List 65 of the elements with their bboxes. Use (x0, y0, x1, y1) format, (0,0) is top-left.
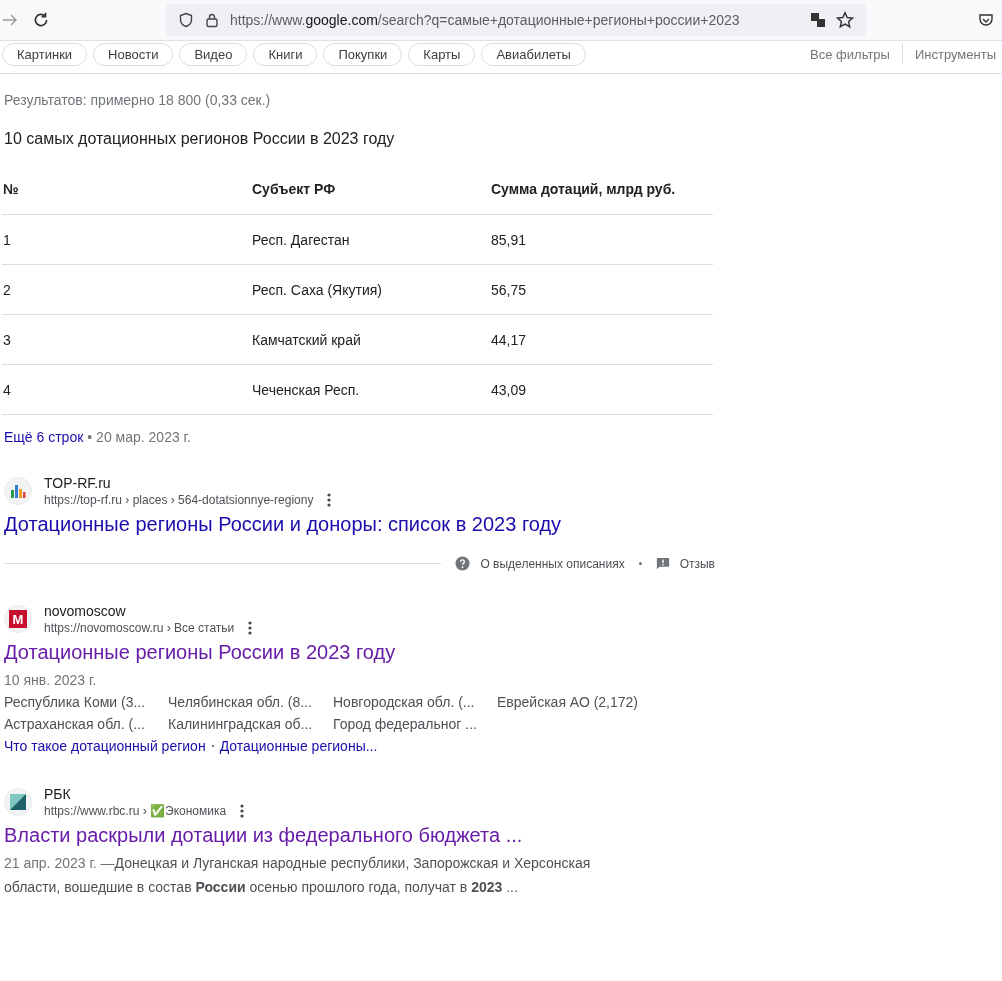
filter-chip[interactable]: Авиабилеты (481, 42, 586, 66)
list-item-text: Новгородская обл. (... (333, 694, 476, 710)
about-snippets-link[interactable]: О выделенных описаниях (480, 556, 625, 571)
sitelink[interactable]: Что такое дотационный регион (4, 738, 206, 754)
date-text: 10 янв. 2023 г. (4, 672, 98, 688)
table-cell: 2 (2, 264, 251, 315)
feedback-link[interactable]: Отзыв (679, 556, 715, 571)
address-bar[interactable]: https://www.google.com/search?q=самые+дотационные+регионы+россии+2023 (166, 4, 866, 36)
result-title-link[interactable]: Дотационные регионы России и доноры: список в 2023 году (4, 513, 562, 536)
table-cell: 3 (2, 314, 251, 365)
sitelink[interactable]: Дотационные регионы... (219, 738, 378, 754)
favicon-icon: M (4, 605, 32, 633)
more-options-icon[interactable] (248, 621, 253, 635)
site-name: TOP-RF.ru (44, 475, 112, 491)
table-cell: Респ. Саха (Якутия) (251, 264, 490, 315)
list-item-text: Еврейская АО (2,172) (497, 694, 640, 710)
snippet-heading: 10 самых дотационных регионов России в 2023 году (4, 130, 396, 148)
filter-chip[interactable]: Картинки (2, 42, 88, 66)
table-cell: Респ. Дагестан (251, 214, 490, 265)
favicon-icon (4, 477, 32, 505)
url-text: https://www.google.com/search?q=самые+дотационные+регионы+россии+2023 (230, 12, 741, 28)
table-cell: 44,17 (490, 314, 713, 365)
result-title-link[interactable]: Власти раскрыли дотации из федерального бюджета ... (4, 824, 523, 847)
more-rows-link[interactable]: Ещё 6 строк (4, 429, 84, 445)
column-header: № (2, 164, 251, 215)
table-cell: Чеченская Респ. (251, 364, 490, 415)
list-item-text: Астраханская обл. (... (4, 716, 146, 732)
column-header: Сумма дотаций, млрд руб. (490, 164, 713, 215)
url-breadcrumb: https://novomoscow.ru › Все статьи (44, 621, 235, 635)
pocket-icon[interactable] (978, 12, 994, 28)
result-snippet: 21 апр. 2023 г. —Донецкая и Луганская народные республики, Запорожская и Херсонская области, вошедшие в состав России осенью прошлого года, получат в 2023 ... (4, 854, 592, 897)
list-item-text: Республика Коми (3... (4, 694, 147, 710)
filter-chip[interactable]: Покупки (323, 42, 403, 66)
lock-icon[interactable] (204, 12, 220, 28)
list-item-text: Город федеральног ... (333, 716, 478, 732)
table-cell: 1 (2, 214, 251, 265)
feedback-icon[interactable] (655, 556, 670, 571)
result-title-link[interactable]: Дотационные регионы России в 2023 году (4, 641, 396, 664)
shield-icon[interactable] (178, 12, 194, 28)
site-name: РБК (44, 786, 72, 802)
table-cell: 85,91 (490, 214, 713, 265)
more-options-icon[interactable] (240, 804, 245, 818)
filter-chip[interactable]: Карты (408, 42, 476, 66)
filter-chip[interactable]: Книги (253, 42, 318, 66)
date-text: • 20 мар. 2023 г. (87, 429, 191, 445)
tools-button[interactable]: Инструменты (908, 45, 1002, 63)
url-breadcrumb: https://top-rf.ru › places › 564-dotatsionnye-regiony (44, 493, 314, 507)
table-cell: Камчатский край (251, 314, 490, 365)
list-item-text: Калининградская об... (168, 716, 314, 732)
reload-icon[interactable] (32, 11, 50, 29)
table-cell: 4 (2, 364, 251, 415)
more-options-icon[interactable] (327, 493, 332, 507)
help-icon[interactable] (455, 556, 471, 571)
url-breadcrumb: https://www.rbc.ru › ✅Экономика (44, 804, 227, 818)
filter-chip[interactable]: Новости (93, 42, 174, 66)
table-cell: 43,09 (490, 364, 713, 415)
site-name: novomoscow (44, 603, 127, 619)
star-icon[interactable] (836, 11, 854, 29)
favicon-icon (4, 788, 32, 816)
list-item-text: Челябинская обл. (8... (168, 694, 313, 710)
result-stats: Результатов: примерно 18 800 (0,33 сек.) (4, 92, 272, 108)
table-cell: 56,75 (490, 264, 713, 315)
column-header: Субъект РФ (251, 164, 490, 215)
filter-chip[interactable]: Видео (179, 42, 248, 66)
all-filters-button[interactable]: Все фильтры (804, 45, 896, 63)
